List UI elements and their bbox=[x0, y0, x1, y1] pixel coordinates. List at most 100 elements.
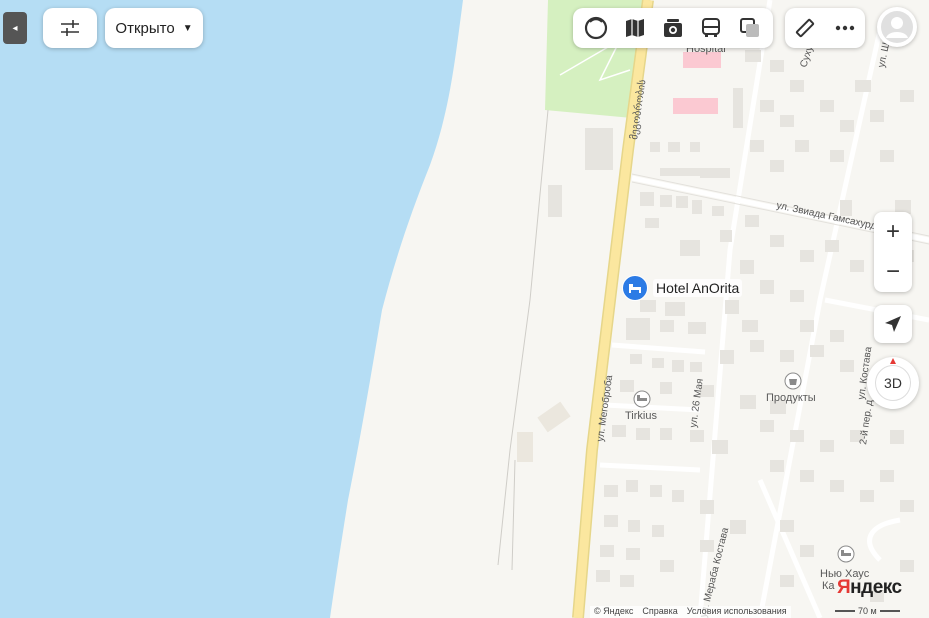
location-arrow-icon bbox=[885, 316, 901, 332]
building-block bbox=[770, 160, 784, 172]
map-canvas[interactable]: ул. Мегоброба მეგობრობის ул. Звиада Гамс… bbox=[0, 0, 929, 618]
building-block bbox=[725, 300, 739, 314]
building-block bbox=[760, 100, 774, 112]
building-block bbox=[612, 425, 626, 437]
building-block bbox=[760, 280, 774, 294]
building-block bbox=[604, 515, 618, 527]
building-block bbox=[660, 168, 700, 176]
building-block bbox=[900, 90, 914, 102]
building-block bbox=[720, 350, 734, 364]
building-block bbox=[660, 428, 672, 440]
building-block bbox=[800, 320, 814, 332]
building-block bbox=[730, 520, 746, 534]
building-block bbox=[840, 360, 854, 372]
building-block bbox=[626, 480, 638, 492]
user-avatar-icon bbox=[881, 11, 913, 43]
user-avatar-button[interactable] bbox=[877, 7, 917, 47]
building-block bbox=[660, 320, 674, 332]
building-block bbox=[740, 395, 756, 409]
building-block bbox=[760, 420, 774, 432]
building-block bbox=[890, 430, 904, 444]
map-layers-bar bbox=[573, 8, 773, 48]
building-block bbox=[825, 240, 839, 252]
building-block bbox=[636, 428, 650, 440]
building-block bbox=[900, 500, 914, 512]
filter-settings-button[interactable] bbox=[43, 8, 97, 48]
collapse-panel-button[interactable]: ◂ bbox=[3, 12, 27, 44]
building-block bbox=[690, 362, 702, 372]
building-block bbox=[676, 196, 688, 208]
yandex-logo[interactable]: Яндекс bbox=[837, 577, 902, 599]
building-block bbox=[692, 200, 702, 214]
building-block bbox=[733, 88, 743, 128]
building-block bbox=[750, 340, 764, 352]
view-3d-button[interactable]: 3D bbox=[867, 357, 919, 409]
zoom-out-button[interactable]: − bbox=[874, 252, 912, 292]
building-block bbox=[700, 168, 730, 178]
building-block bbox=[870, 110, 884, 122]
building-block bbox=[880, 150, 894, 162]
zoom-in-button[interactable]: + bbox=[874, 212, 912, 252]
poi-hotel-anorita-label: Hotel AnOrita bbox=[653, 279, 743, 297]
building-block bbox=[660, 195, 672, 207]
poi-new-house-label-2: Ка bbox=[822, 580, 835, 592]
building-block bbox=[800, 545, 814, 557]
building-block bbox=[855, 80, 871, 92]
building-block bbox=[770, 60, 784, 72]
building-block bbox=[880, 470, 894, 482]
building-block bbox=[850, 260, 864, 272]
building-block bbox=[740, 260, 754, 274]
my-location-button[interactable] bbox=[874, 305, 912, 343]
building-block bbox=[672, 490, 684, 502]
building-block bbox=[672, 360, 684, 372]
building-block bbox=[630, 354, 642, 364]
building-block bbox=[690, 142, 700, 152]
building-block bbox=[596, 570, 610, 582]
terms-link[interactable]: Условия использования bbox=[687, 606, 787, 618]
building-block bbox=[626, 318, 650, 340]
building-block bbox=[712, 206, 724, 216]
building-block bbox=[800, 250, 814, 262]
poi-tirkius-label: Tirkius bbox=[625, 410, 657, 422]
collapse-arrow-icon: ◂ bbox=[12, 22, 18, 34]
more-icon[interactable] bbox=[834, 17, 856, 39]
building-block bbox=[604, 485, 618, 497]
transport-layer-icon[interactable] bbox=[699, 16, 723, 40]
layers-switch-icon[interactable] bbox=[738, 16, 762, 40]
building-block bbox=[652, 525, 664, 537]
building-block bbox=[620, 380, 634, 392]
building-block bbox=[600, 545, 614, 557]
building-block bbox=[660, 382, 672, 394]
building-block bbox=[810, 345, 824, 357]
building-block bbox=[790, 430, 804, 442]
building-block bbox=[790, 290, 804, 302]
building-block bbox=[790, 80, 804, 92]
panorama-layer-icon[interactable] bbox=[661, 16, 685, 40]
building-block bbox=[650, 485, 662, 497]
building-block bbox=[660, 560, 674, 572]
help-link[interactable]: Справка bbox=[642, 606, 677, 618]
building-block bbox=[712, 440, 728, 454]
building-block bbox=[645, 218, 659, 228]
open-now-label: Открыто bbox=[115, 19, 175, 37]
building-block bbox=[860, 490, 874, 502]
building-block bbox=[770, 235, 784, 247]
building-block bbox=[700, 500, 714, 514]
map-layer-icon[interactable] bbox=[623, 16, 647, 40]
open-now-filter[interactable]: Открыто ▼ bbox=[105, 8, 203, 48]
view-3d-label: 3D bbox=[875, 365, 911, 401]
zoom-control: + − bbox=[874, 212, 912, 292]
building-block bbox=[750, 140, 764, 152]
building-block bbox=[780, 115, 794, 127]
building-block bbox=[668, 142, 680, 152]
building-block bbox=[745, 215, 759, 227]
building-block bbox=[700, 540, 714, 552]
building-block bbox=[745, 50, 761, 62]
filter-sliders-icon bbox=[61, 20, 79, 36]
poi-hotel-anorita[interactable]: Hotel AnOrita bbox=[622, 275, 743, 301]
building-block bbox=[770, 460, 784, 472]
traffic-layer-icon[interactable] bbox=[584, 16, 608, 40]
ruler-icon[interactable] bbox=[794, 17, 816, 39]
building-block bbox=[800, 470, 814, 482]
hotel-pin-icon bbox=[622, 275, 648, 301]
